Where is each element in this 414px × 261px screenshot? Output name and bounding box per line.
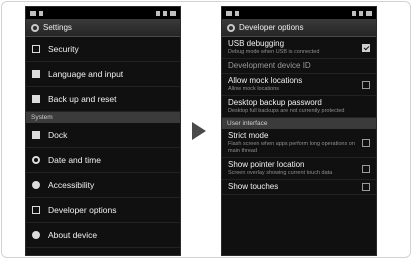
- signal-icon: [163, 10, 167, 16]
- status-bar: [26, 7, 180, 19]
- screenshot-frame: Settings Security Language and input Bac…: [1, 1, 411, 258]
- menu-item-date-time[interactable]: Date and time: [26, 148, 180, 173]
- option-desktop-backup-password[interactable]: Desktop backup password Desktop full bac…: [222, 96, 376, 118]
- menu-item-label: Developer options: [48, 205, 117, 215]
- battery-icon: [366, 10, 372, 16]
- info-icon: [32, 231, 40, 239]
- gear-icon: [31, 23, 39, 32]
- menu-item-dock[interactable]: Dock: [26, 123, 180, 148]
- battery-icon: [170, 10, 176, 16]
- gear-icon: [227, 23, 235, 32]
- clock-icon: [32, 156, 40, 164]
- option-title: Strict mode: [228, 131, 269, 140]
- settings-titlebar: Settings: [26, 19, 180, 37]
- wifi-icon: [156, 10, 160, 16]
- menu-item-label: About device: [48, 230, 98, 240]
- wifi-icon: [352, 10, 356, 16]
- page-title: Developer options: [239, 23, 304, 32]
- option-title: USB debugging: [228, 39, 285, 48]
- option-subtitle: Desktop full backups are not currently p…: [228, 108, 345, 114]
- page-title: Settings: [43, 23, 72, 32]
- language-icon: [32, 70, 40, 78]
- strict-mode-checkbox[interactable]: [362, 139, 370, 147]
- security-icon: [32, 45, 40, 53]
- pointer-location-checkbox[interactable]: [362, 164, 370, 173]
- option-allow-mock-locations[interactable]: Allow mock locations Allow mock location…: [222, 74, 376, 96]
- menu-item-label: Language and input: [48, 69, 124, 79]
- option-title: Show touches: [228, 182, 279, 191]
- menu-item-language[interactable]: Language and input: [26, 62, 180, 87]
- usb-debugging-checkbox[interactable]: [362, 43, 370, 52]
- menu-item-developer-options[interactable]: Developer options: [26, 198, 180, 223]
- menu-item-label: Dock: [48, 130, 68, 140]
- dock-icon: [32, 131, 40, 139]
- accessibility-icon: [32, 181, 40, 189]
- option-title: Show pointer location: [228, 160, 305, 169]
- menu-item-accessibility[interactable]: Accessibility: [26, 173, 180, 198]
- option-show-touches[interactable]: Show touches: [222, 180, 376, 195]
- menu-item-label: Back up and reset: [48, 94, 117, 104]
- option-development-device-id: Development device ID: [222, 59, 376, 74]
- option-show-pointer-location[interactable]: Show pointer location Screen overlay sho…: [222, 158, 376, 180]
- option-title: Allow mock locations: [228, 76, 303, 85]
- status-bar: [222, 7, 376, 19]
- developer-options-screen: Developer options USB debugging Debug mo…: [221, 6, 377, 256]
- show-touches-checkbox[interactable]: [362, 183, 370, 191]
- option-subtitle: Flash screen when apps perform long oper…: [228, 141, 355, 154]
- menu-item-label: Date and time: [48, 155, 101, 165]
- menu-item-security[interactable]: Security: [26, 37, 180, 62]
- notification-icon: [235, 10, 239, 16]
- settings-screen: Settings Security Language and input Bac…: [25, 6, 181, 256]
- section-header: User interface: [222, 118, 376, 129]
- developer-titlebar: Developer options: [222, 19, 376, 37]
- signal-icon: [359, 10, 363, 16]
- option-title: Desktop backup password: [228, 98, 322, 107]
- menu-item-label: Security: [48, 44, 79, 54]
- option-title: Development device ID: [228, 61, 311, 70]
- option-subtitle: Screen overlay showing current touch dat…: [228, 170, 333, 176]
- menu-item-backup[interactable]: Back up and reset: [26, 87, 180, 112]
- section-header: System: [26, 112, 180, 123]
- menu-item-about-device[interactable]: About device: [26, 223, 180, 248]
- option-subtitle: Allow mock locations: [228, 86, 280, 92]
- notification-icon: [39, 10, 43, 16]
- option-usb-debugging[interactable]: USB debugging Debug mode when USB is con…: [222, 37, 376, 59]
- notification-icon: [30, 10, 36, 16]
- mock-locations-checkbox[interactable]: [362, 80, 370, 89]
- option-strict-mode[interactable]: Strict mode Flash screen when apps perfo…: [222, 129, 376, 158]
- notification-icon: [226, 10, 232, 16]
- backup-icon: [32, 95, 40, 103]
- arrow-right-icon: [192, 122, 206, 140]
- option-subtitle: Debug mode when USB is connected: [228, 49, 320, 55]
- menu-item-label: Accessibility: [48, 180, 95, 190]
- developer-icon: [32, 206, 40, 214]
